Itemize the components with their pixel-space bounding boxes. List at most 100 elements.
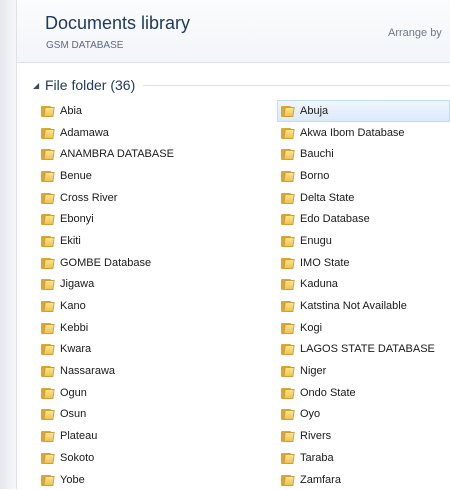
folder-item[interactable]: Katstina Not Available [281,295,450,317]
folder-item[interactable]: Sokoto [41,447,281,469]
folder-name: Kogi [300,321,323,334]
folder-icon [281,474,295,486]
folder-icon [281,148,295,161]
folder-icon [281,430,295,443]
folder-item[interactable]: Enugu [281,230,450,252]
folder-item[interactable]: Nassarawa [41,360,281,382]
folder-icon [41,235,55,247]
folder-name: Bauchi [300,148,334,161]
folder-item[interactable]: Osun [41,404,281,426]
file-folder-group-header[interactable]: ◢ File folder (36) [33,76,450,94]
folder-item[interactable]: Ogun [41,382,281,404]
folder-icon [281,192,295,204]
folder-item[interactable]: Ekiti [41,230,281,252]
folder-name: Ogun [60,386,87,399]
folder-name: Jigawa [60,278,95,291]
folder-item[interactable]: Oyo [281,404,450,426]
folder-item[interactable]: Kebbi [41,317,281,339]
folder-item[interactable]: LAGOS STATE DATABASE [281,339,450,361]
folder-icon [41,430,55,443]
folder-icon [41,257,55,269]
folder-icon [41,213,55,226]
folder-name: Niger [300,365,327,378]
folder-item[interactable]: Kano [41,295,281,317]
folder-name: Taraba [300,451,334,464]
folder-name: Kwara [60,343,92,356]
folder-icon [41,192,55,204]
folder-item[interactable]: Ebonyi [41,208,281,230]
folder-icon [41,322,55,334]
arrange-by-button[interactable]: Arrange by [388,27,450,39]
folder-icon [281,105,295,117]
folder-name: Yobe [60,473,85,486]
folder-item[interactable]: Adamawa [41,122,281,144]
folder-icon [41,105,55,117]
collapse-arrow-icon[interactable]: ◢ [33,81,45,90]
folder-name: Abia [60,104,83,117]
folder-name: Osun [60,408,87,421]
folder-name: Kano [60,300,86,313]
folder-item[interactable]: Bauchi [281,143,450,165]
folder-item[interactable]: Abuja [277,100,450,122]
folder-item[interactable]: Kaduna [281,274,450,296]
folder-icon [281,343,295,356]
folder-item[interactable]: Akwa Ibom Database [281,122,450,144]
folder-item[interactable]: Delta State [281,187,450,209]
folder-icon [281,322,295,334]
folder-icon [41,365,55,378]
folder-item[interactable]: Kogi [281,317,450,339]
folder-list: Abia Abuja Adamawa Akwa Ibom Database ANAMBR… [41,100,450,490]
folder-name: IMO State [300,256,350,269]
folder-name: Katstina Not Available [300,300,407,313]
folder-icon [281,257,295,269]
folder-item[interactable]: Yobe [41,469,281,490]
folder-name: Kebbi [60,321,89,334]
folder-item[interactable]: Taraba [281,447,450,469]
library-subtitle[interactable]: GSM DATABASE [46,40,123,51]
folder-name: Ebonyi [60,213,94,226]
folder-icon [41,343,55,356]
folder-name: Ondo State [300,386,356,399]
folder-item[interactable]: Benue [41,165,281,187]
folder-icon [281,408,295,421]
folder-name: Edo Database [300,213,370,226]
folder-name: Borno [300,169,330,182]
folder-icon [41,474,55,486]
folder-item[interactable]: Jigawa [41,274,281,296]
folder-name: Delta State [300,191,355,204]
folder-name: Benue [60,169,92,182]
folder-name: Enugu [300,234,332,247]
folder-name: GOMBE Database [60,256,152,269]
folder-icon [41,127,55,139]
folder-item[interactable]: GOMBE Database [41,252,281,274]
folder-item[interactable]: Edo Database [281,208,450,230]
folder-item[interactable]: IMO State [281,252,450,274]
folder-name: Oyo [300,408,321,421]
group-label: File folder (36) [45,77,136,93]
folder-item[interactable]: Borno [281,165,450,187]
folder-name: Abuja [300,104,329,117]
folder-name: Sokoto [60,451,95,464]
folder-name: Cross River [60,191,118,204]
library-header: Documents library GSM DATABASE Arrange b… [17,0,450,63]
folder-item[interactable]: Cross River [41,187,281,209]
folder-item[interactable]: Zamfara [281,469,450,490]
folder-item[interactable]: Niger [281,360,450,382]
folder-item[interactable]: Rivers [281,425,450,447]
folder-name: Ekiti [60,234,81,247]
folder-name: Plateau [60,430,98,443]
folder-icon [41,148,55,161]
folder-name: Adamawa [60,126,109,139]
folder-item[interactable]: Kwara [41,339,281,361]
folder-icon [281,452,295,464]
folder-icon [281,213,295,226]
folder-icon [281,300,295,313]
folder-item[interactable]: Plateau [41,425,281,447]
folder-icon [41,452,55,464]
folder-icon [281,278,295,291]
folder-item[interactable]: Abia [41,100,281,122]
folder-item[interactable]: Ondo State [281,382,450,404]
folder-item[interactable]: ANAMBRA DATABASE [41,143,281,165]
folder-icon [281,127,295,139]
folder-icon [41,300,55,313]
